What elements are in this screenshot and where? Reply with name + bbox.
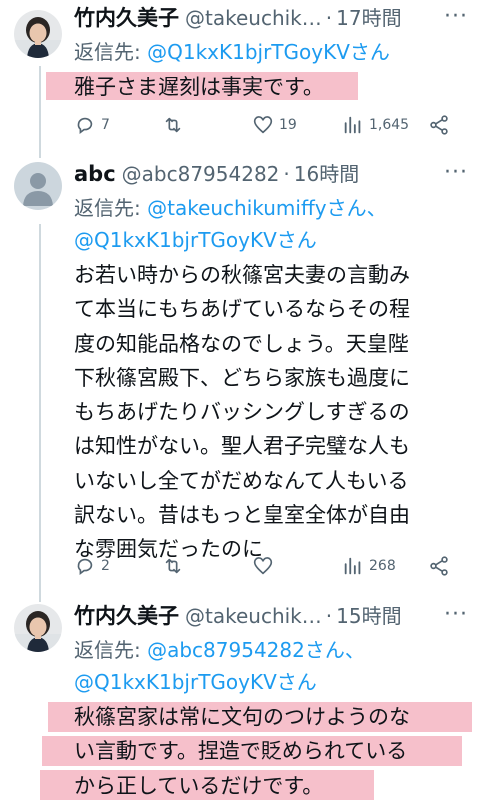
timestamp[interactable]: 15時間	[336, 600, 401, 632]
reply-mention[interactable]: @Q1kxK1bjrTGoyKVさん	[74, 670, 317, 694]
tweet-text-line: から正しているだけです。	[74, 773, 324, 798]
user-handle[interactable]: @takeuchik…	[185, 2, 322, 34]
share-button[interactable]	[428, 114, 450, 136]
tweet-body: 秋篠宮家は常に文句のつけようのな い言動です。捏造で貶められている から正してい…	[74, 700, 472, 803]
user-handle[interactable]: @takeuchik…	[185, 600, 322, 632]
retweet-button[interactable]	[162, 555, 189, 577]
views-chart-icon	[344, 557, 361, 575]
tweet-text-line: は知性がない。聖人君子完璧な人も	[74, 434, 410, 459]
more-options-icon[interactable]: ···	[444, 160, 468, 185]
reply-to: 返信先: @Q1kxK1bjrTGoyKVさん	[74, 36, 470, 68]
tweet-text-line: 秋篠宮家は常に文句のつけようのな	[74, 705, 410, 729]
view-count: 268	[369, 558, 396, 574]
tweet-text-line: お若い時からの秋篠宮夫妻の言動み	[74, 263, 410, 287]
share-icon	[430, 556, 448, 576]
avatar-takeuchi[interactable]	[14, 10, 62, 58]
user-handle[interactable]: @abc87954282	[122, 158, 280, 190]
avatar-photo-icon	[14, 604, 62, 652]
heart-icon	[253, 557, 273, 575]
heart-icon	[253, 116, 273, 134]
views-button[interactable]: 268	[342, 555, 396, 577]
reply-to: 返信先: @takeuchikumiffyさん、	[74, 192, 470, 224]
more-options-icon[interactable]: ···	[444, 4, 468, 29]
retweet-icon	[165, 558, 181, 574]
reply-to: 返信先: @abc87954282さん、	[74, 634, 470, 666]
reply-mention[interactable]: @abc87954282さん、	[147, 638, 365, 662]
reply-to-line-2: @Q1kxK1bjrTGoyKVさん	[74, 224, 470, 256]
action-bar: 7 19 1,645	[74, 112, 470, 138]
reply-prefix: 返信先:	[74, 638, 148, 662]
retweet-icon	[165, 117, 181, 133]
reply-mention[interactable]: @takeuchikumiffyさん、	[147, 196, 386, 220]
tweet-text-line: 訳ない。昔はもっと皇室全体が自由	[74, 503, 410, 528]
separator-dot: ·	[283, 162, 290, 186]
tweet-text-line: 下秋篠宮殿下、どちら家族も過度に	[74, 365, 410, 390]
display-name[interactable]: 竹内久美子	[74, 2, 179, 34]
reply-icon	[77, 558, 93, 575]
reply-button[interactable]: 2	[74, 555, 110, 577]
share-icon	[430, 115, 448, 135]
avatar-takeuchi[interactable]	[14, 604, 62, 652]
tweet-body: 雅子さま遅刻は事実です。	[74, 70, 472, 104]
thread-line-2	[39, 224, 41, 602]
reply-button[interactable]: 7	[74, 114, 110, 136]
views-chart-icon	[344, 116, 361, 134]
reply-count: 2	[101, 558, 110, 574]
display-name[interactable]: abc	[74, 158, 116, 190]
views-button[interactable]: 1,645	[342, 114, 409, 136]
reply-mention[interactable]: @Q1kxK1bjrTGoyKVさん	[147, 40, 390, 64]
thread-line-1	[39, 66, 41, 158]
tweet-text-line: 度の知能品格なのでしょう。天皇陛	[74, 331, 409, 356]
reply-count: 7	[101, 117, 110, 133]
view-count: 1,645	[369, 117, 410, 133]
tweet-header: 竹内久美子 @takeuchik… · 15時間	[74, 600, 470, 632]
tweet-body: お若い時からの秋篠宮夫妻の言動み て本当にもちあげているならその程 度の知能品格…	[74, 258, 472, 567]
tweet-text-line: い言動です。捏造で貶められている	[74, 739, 408, 764]
tweet-header: 竹内久美子 @takeuchik… · 17時間	[74, 2, 470, 34]
reply-prefix: 返信先:	[74, 40, 148, 64]
avatar-default[interactable]	[14, 162, 62, 210]
more-options-icon[interactable]: ···	[444, 602, 468, 627]
like-button[interactable]	[252, 555, 279, 577]
reply-icon	[77, 117, 93, 134]
tweet-text-line: て本当にもちあげているならその程	[74, 297, 410, 322]
tweet-text-line: もちあげたりバッシングしすぎるの	[74, 400, 410, 425]
default-profile-icon	[14, 162, 62, 210]
reply-mention[interactable]: @Q1kxK1bjrTGoyKVさん	[74, 228, 317, 252]
timestamp[interactable]: 16時間	[294, 158, 359, 190]
tweet-header: abc @abc87954282 · 16時間	[74, 158, 470, 190]
separator-dot: ·	[325, 6, 333, 30]
reply-to-line-2: @Q1kxK1bjrTGoyKVさん	[74, 666, 470, 698]
tweet-text-line: いないし全てがだめなんて人もいる	[74, 468, 409, 493]
action-bar: 2 268	[74, 553, 470, 579]
like-count: 19	[279, 117, 297, 133]
retweet-button[interactable]	[162, 114, 189, 136]
reply-prefix: 返信先:	[74, 196, 148, 220]
display-name[interactable]: 竹内久美子	[74, 600, 179, 632]
share-button[interactable]	[428, 555, 450, 577]
tweet-text-line: 雅子さま遅刻は事実です。	[74, 75, 324, 99]
separator-dot: ·	[325, 604, 333, 628]
timestamp[interactable]: 17時間	[336, 2, 401, 34]
avatar-photo-icon	[14, 10, 62, 58]
like-button[interactable]: 19	[252, 114, 297, 136]
